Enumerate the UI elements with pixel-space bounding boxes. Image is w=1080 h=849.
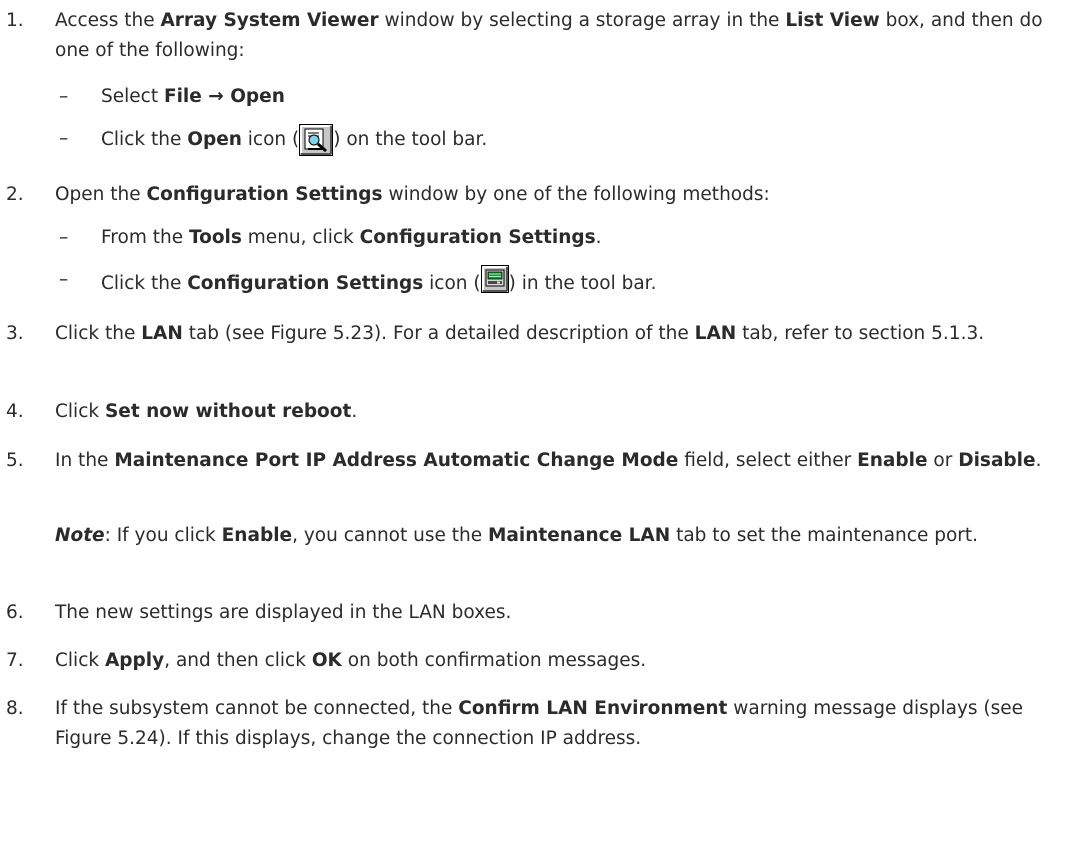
tab-name: Maintenance LAN bbox=[488, 525, 671, 546]
menu-item-name: Configuration Settings bbox=[359, 227, 596, 248]
step-5-note: Note: If you click Enable, you cannot us… bbox=[55, 521, 1065, 551]
step-4: 4. Click Set now without reboot. bbox=[6, 397, 1065, 427]
step-3: 3. Click the LAN tab (see Figure 5.23). … bbox=[6, 319, 1065, 349]
dash-bullet: – bbox=[59, 269, 69, 290]
document-page: 1. Access the Array System Viewer window… bbox=[0, 0, 1080, 849]
step-number: 2. bbox=[6, 184, 24, 205]
step-text: . bbox=[1035, 450, 1042, 471]
menu-path: File → Open bbox=[163, 86, 285, 107]
option-text: icon ( bbox=[423, 273, 481, 294]
step-number: 5. bbox=[6, 450, 24, 471]
step-number: 1. bbox=[6, 10, 24, 31]
step-number: 4. bbox=[6, 401, 24, 422]
step-1-option-2: – Click the Open icon ( ) on the tool ba… bbox=[59, 124, 1061, 156]
menu-name: Tools bbox=[188, 227, 242, 248]
step-text: Click the bbox=[55, 323, 142, 344]
option-text: Select bbox=[101, 86, 164, 107]
step-text: field, select either bbox=[678, 450, 858, 471]
step-text: Click bbox=[55, 401, 105, 422]
field-name: Maintenance Port IP Address Automatic Ch… bbox=[114, 450, 679, 471]
step-text: Click bbox=[55, 650, 105, 671]
option-name: Set now without reboot bbox=[104, 401, 352, 422]
step-text: Open the bbox=[55, 184, 147, 205]
step-text: . bbox=[351, 401, 358, 422]
step-text: or bbox=[927, 450, 959, 471]
option-name: Disable bbox=[958, 450, 1036, 471]
note-label: Note bbox=[55, 525, 105, 546]
step-number: 3. bbox=[6, 323, 24, 344]
step-text: on both confirmation messages. bbox=[341, 650, 647, 671]
option-text: ) on the tool bar. bbox=[333, 129, 488, 150]
option-text: . bbox=[595, 227, 602, 248]
button-name: OK bbox=[311, 650, 342, 671]
step-text: window by one of the following methods: bbox=[382, 184, 770, 205]
icon-name: Open bbox=[187, 129, 242, 150]
step-2: 2. Open the Configuration Settings windo… bbox=[6, 180, 1065, 210]
step-text: tab, refer to section 5.1.3. bbox=[736, 323, 985, 344]
step-7: 7. Click Apply, and then click OK on bot… bbox=[6, 646, 1065, 676]
step-2-option-1: – From the Tools menu, click Configurati… bbox=[59, 223, 1061, 253]
step-8: 8. If the subsystem cannot be connected,… bbox=[6, 694, 1065, 754]
note-text: : If you click bbox=[104, 525, 222, 546]
note-text: , you cannot use the bbox=[292, 525, 489, 546]
tab-name: LAN bbox=[694, 323, 737, 344]
option-text: ) in the tool bar. bbox=[508, 273, 657, 294]
box-name: List View bbox=[785, 10, 880, 31]
step-2-option-2: – Click the Configuration Settings icon … bbox=[59, 265, 1061, 303]
step-number: 7. bbox=[6, 650, 24, 671]
step-number: 6. bbox=[6, 602, 24, 623]
option-text: menu, click bbox=[241, 227, 360, 248]
tab-name: LAN bbox=[141, 323, 183, 344]
step-text: Access the bbox=[55, 10, 161, 31]
step-text: The new settings are displayed in the LA… bbox=[55, 602, 512, 623]
configuration-settings-icon bbox=[480, 265, 509, 303]
step-text: , and then click bbox=[164, 650, 312, 671]
step-6: 6. The new settings are displayed in the… bbox=[6, 598, 1065, 628]
dash-bullet: – bbox=[59, 86, 69, 107]
dash-bullet: – bbox=[59, 227, 69, 248]
icon-name: Configuration Settings bbox=[187, 273, 424, 294]
step-text: window by selecting a storage array in t… bbox=[378, 10, 786, 31]
option-text: From the bbox=[101, 227, 189, 248]
note-text: tab to set the maintenance port. bbox=[670, 525, 979, 546]
open-search-icon bbox=[299, 124, 334, 156]
option-text: icon ( bbox=[241, 129, 300, 150]
step-text: In the bbox=[55, 450, 115, 471]
step-text: tab (see Figure 5.23). For a detailed de… bbox=[182, 323, 695, 344]
warning-name: Confirm LAN Environment bbox=[458, 698, 728, 719]
button-name: Apply bbox=[104, 650, 165, 671]
step-5: 5. In the Maintenance Port IP Address Au… bbox=[6, 446, 1065, 476]
option-name: Enable bbox=[221, 525, 293, 546]
dash-bullet: – bbox=[59, 128, 69, 149]
window-name: Array System Viewer bbox=[160, 10, 379, 31]
window-name: Configuration Settings bbox=[146, 184, 383, 205]
option-name: Enable bbox=[857, 450, 928, 471]
step-1: 1. Access the Array System Viewer window… bbox=[6, 6, 1065, 66]
step-text: If the subsystem cannot be connected, th… bbox=[55, 698, 459, 719]
option-text: Click the bbox=[101, 129, 188, 150]
step-1-option-1: – Select File → Open bbox=[59, 82, 1061, 112]
option-text: Click the bbox=[101, 273, 188, 294]
step-number: 8. bbox=[6, 698, 24, 719]
